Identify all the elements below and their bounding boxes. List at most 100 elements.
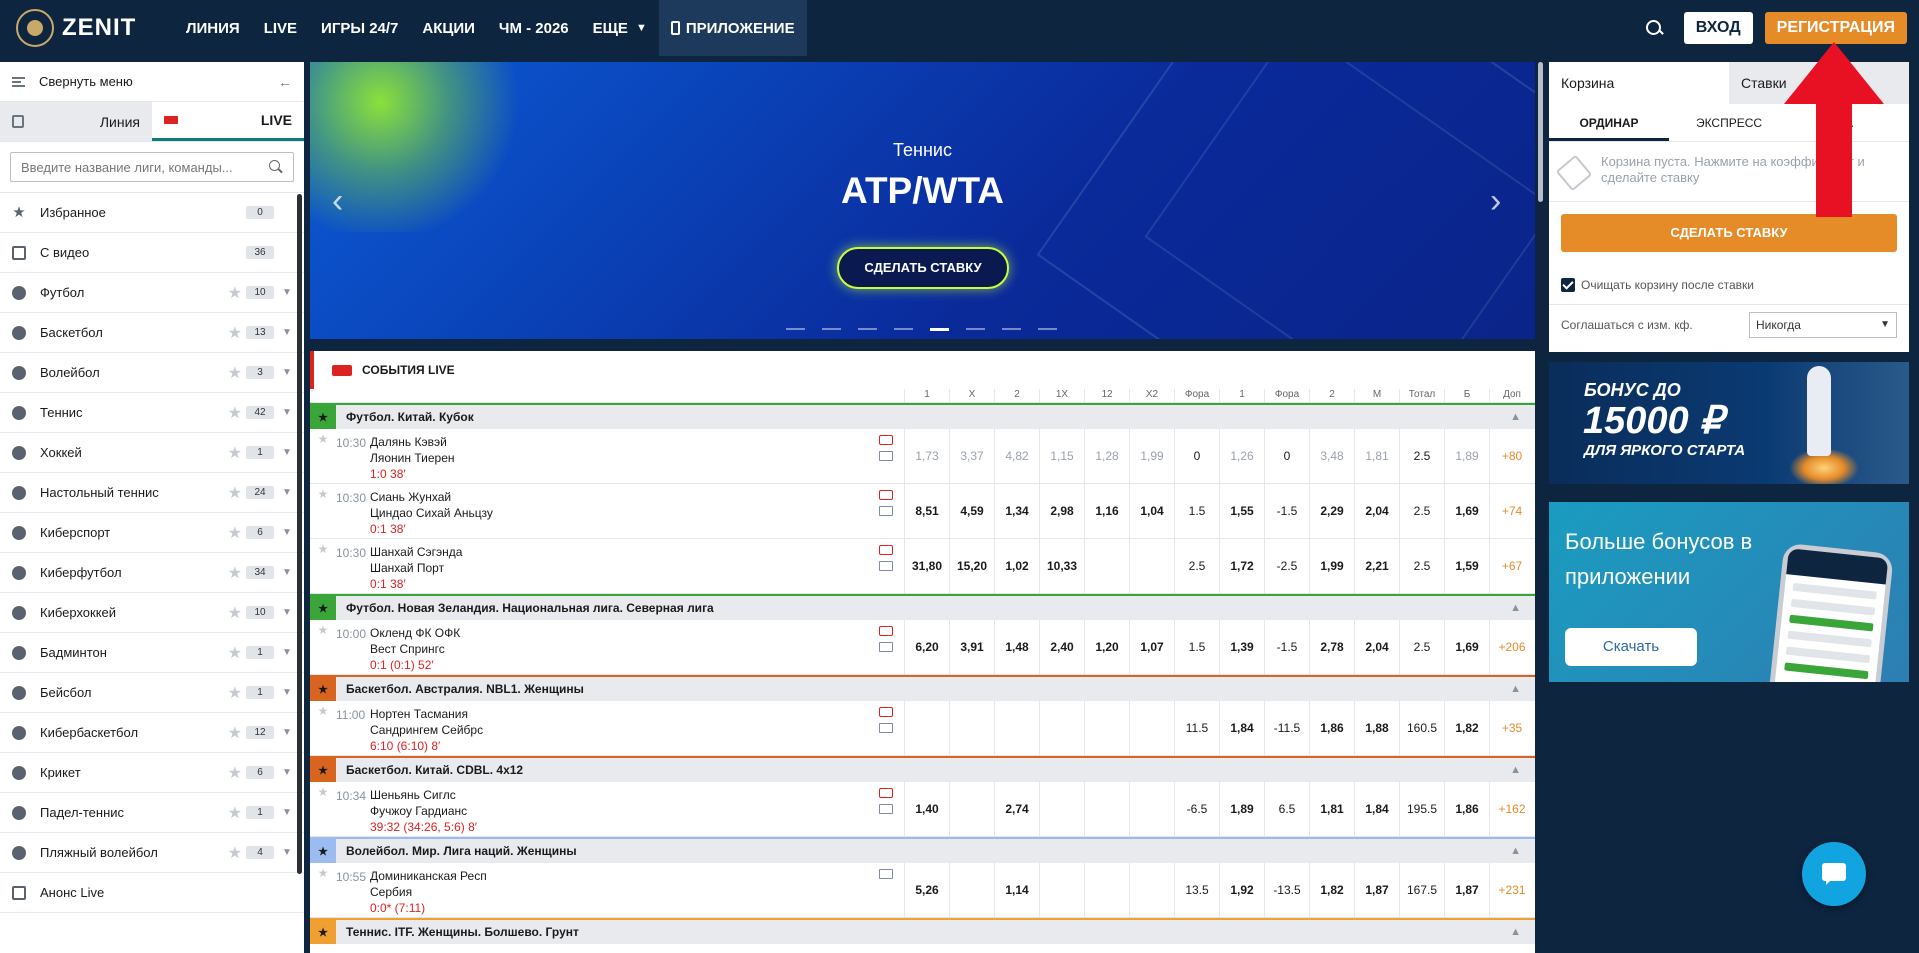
odds-cell[interactable]: 1,55 — [1219, 484, 1264, 538]
slider-dot[interactable] — [1038, 328, 1057, 330]
odds-cell[interactable]: +74 — [1489, 484, 1534, 538]
video-icon[interactable] — [879, 435, 893, 445]
zenit-logo[interactable]: ZENIT — [16, 9, 146, 47]
tab-live[interactable]: LIVE — [152, 102, 304, 141]
favorite-star-icon[interactable]: ★ — [228, 283, 242, 303]
match-tracker-icon[interactable] — [879, 642, 893, 652]
odds-cell[interactable]: 2.5 — [1399, 429, 1444, 483]
favorite-star-icon[interactable]: ★ — [228, 643, 242, 663]
favorite-star-icon[interactable]: ★ — [310, 782, 336, 836]
match-row[interactable]: ★ 10:30 Сиань Жунхай Циндао Сихай Аньцзу 0:1… — [310, 484, 1535, 539]
match-teams[interactable]: Нортен Тасмания Сандрингем Сейбрс 6:10 (6:… — [370, 701, 868, 755]
odds-cell[interactable]: +162 — [1489, 782, 1534, 836]
favorite-star-icon[interactable]: ★ — [310, 863, 336, 917]
odds-cell[interactable]: 1,07 — [1129, 620, 1174, 674]
odds-cell[interactable]: 10,33 — [1039, 539, 1084, 593]
odds-cell[interactable]: 8,51 — [904, 484, 949, 538]
odds-cell[interactable]: 1,99 — [1309, 539, 1354, 593]
match-teams[interactable]: Окленд ФК ОФК Вест Спрингс 0:1 (0:1) 52′ — [370, 620, 868, 674]
nav-more[interactable]: ЕЩЕ ▼ — [581, 0, 659, 56]
video-icon[interactable] — [879, 490, 893, 500]
chevron-up-icon[interactable]: ▲ — [1510, 683, 1521, 695]
video-icon[interactable] — [879, 545, 893, 555]
odds-cell[interactable]: 1.5 — [1174, 620, 1219, 674]
odds-cell[interactable]: 1,92 — [1219, 863, 1264, 917]
odds-cell[interactable]: +231 — [1489, 863, 1534, 917]
odds-cell[interactable]: 1,82 — [1309, 863, 1354, 917]
league-header[interactable]: ★ Баскетбол. Австралия. NBL1. Женщины ▲ — [310, 675, 1535, 701]
banner-bet-button[interactable]: СДЕЛАТЬ СТАВКУ — [837, 247, 1009, 289]
sidebar-item-favorites[interactable]: ★ Избранное 0 — [0, 193, 304, 233]
odds-cell[interactable]: 1,81 — [1309, 782, 1354, 836]
league-header[interactable]: ★ Футбол. Новая Зеландия. Национальная ли… — [310, 594, 1535, 620]
match-row[interactable]: ★ 10:34 Шеньянь Сиглс Фучжоу Гардианс 39:32 … — [310, 782, 1535, 837]
odds-cell[interactable]: 31,80 — [904, 539, 949, 593]
sidebar-item-announce-live[interactable]: Анонс Live — [0, 873, 304, 913]
slider-dot[interactable] — [786, 328, 805, 330]
match-tracker-icon[interactable] — [879, 869, 893, 879]
chevron-down-icon[interactable]: ▼ — [282, 327, 292, 338]
odds-cell[interactable]: -13.5 — [1264, 863, 1309, 917]
chevron-down-icon[interactable]: ▼ — [282, 287, 292, 298]
odds-cell[interactable]: 1,69 — [1444, 484, 1489, 538]
odds-cell[interactable]: 1,48 — [994, 620, 1039, 674]
league-header[interactable]: ★ Теннис. ITF. Женщины. Болшево. Грунт ▲ — [310, 918, 1535, 944]
odds-cell[interactable]: 2.5 — [1399, 620, 1444, 674]
odds-cell[interactable]: 1,20 — [1084, 620, 1129, 674]
match-row[interactable]: ★ 10:55 Доминиканская Респ Сербия 0:0* (7:11… — [310, 863, 1535, 918]
chevron-down-icon[interactable]: ▼ — [282, 727, 292, 738]
odds-cell[interactable]: +35 — [1489, 701, 1534, 755]
odds-cell[interactable]: 1,89 — [1219, 782, 1264, 836]
match-teams[interactable]: Шеньянь Сиглс Фучжоу Гардианс 39:32 (34:26… — [370, 782, 868, 836]
odds-cell[interactable]: 1,69 — [1444, 620, 1489, 674]
odds-cell[interactable]: 160.5 — [1399, 701, 1444, 755]
nav-live[interactable]: LIVE — [252, 0, 309, 56]
odds-cell[interactable]: 5,26 — [904, 863, 949, 917]
favorite-star-icon[interactable]: ★ — [310, 839, 336, 863]
sidebar-item-baseball[interactable]: Бейсбол ★ 1 ▼ — [0, 673, 304, 713]
league-header[interactable]: ★ Волейбол. Мир. Лига наций. Женщины ▲ — [310, 837, 1535, 863]
sidebar-item-tennis[interactable]: Теннис ★ 42 ▼ — [0, 393, 304, 433]
sidebar-scrollbar[interactable] — [297, 194, 302, 874]
place-bet-button[interactable]: СДЕЛАТЬ СТАВКУ — [1561, 214, 1897, 252]
favorite-star-icon[interactable]: ★ — [228, 323, 242, 343]
odds-cell[interactable]: 2.5 — [1399, 484, 1444, 538]
odds-cell[interactable]: 1,39 — [1219, 620, 1264, 674]
match-teams[interactable]: Сиань Жунхай Циндао Сихай Аньцзу 0:1 38′ — [370, 484, 868, 538]
login-button[interactable]: ВХОД — [1683, 12, 1753, 44]
league-header[interactable]: ★ Футбол. Китай. Кубок ▲ — [310, 403, 1535, 429]
favorite-star-icon[interactable]: ★ — [310, 484, 336, 538]
favorite-star-icon[interactable]: ★ — [228, 723, 242, 743]
sidebar-item-volleyball[interactable]: Волейбол ★ 3 ▼ — [0, 353, 304, 393]
favorite-star-icon[interactable]: ★ — [228, 683, 242, 703]
odds-cell[interactable]: 1,89 — [1444, 429, 1489, 483]
odds-cell[interactable]: +67 — [1489, 539, 1534, 593]
odds-cell[interactable]: 1,86 — [1309, 701, 1354, 755]
sidebar-item-football[interactable]: Футбол ★ 10 ▼ — [0, 273, 304, 313]
favorite-star-icon[interactable]: ★ — [310, 539, 336, 593]
odds-cell[interactable]: -1.5 — [1264, 620, 1309, 674]
search-icon[interactable] — [1644, 18, 1664, 38]
odds-cell[interactable]: 6.5 — [1264, 782, 1309, 836]
chevron-down-icon[interactable]: ▼ — [282, 607, 292, 618]
match-teams[interactable]: Доминиканская Респ Сербия 0:0* (7:11) — [370, 863, 868, 917]
sidebar-item-padel[interactable]: Падел-теннис ★ 1 ▼ — [0, 793, 304, 833]
odds-cell[interactable]: 2.5 — [1174, 539, 1219, 593]
chevron-down-icon[interactable]: ▼ — [282, 447, 292, 458]
search-icon[interactable] — [269, 160, 283, 174]
odds-cell[interactable]: 1,84 — [1354, 782, 1399, 836]
odds-cell[interactable]: 2,98 — [1039, 484, 1084, 538]
odds-cell[interactable]: 4,82 — [994, 429, 1039, 483]
odds-cell[interactable]: 1,26 — [1219, 429, 1264, 483]
chevron-down-icon[interactable]: ▼ — [282, 847, 292, 858]
sidebar-item-cyber-hockey[interactable]: Киберхоккей ★ 10 ▼ — [0, 593, 304, 633]
favorite-star-icon[interactable]: ★ — [310, 677, 336, 701]
match-tracker-icon[interactable] — [879, 451, 893, 461]
odds-cell[interactable]: 0 — [1174, 429, 1219, 483]
favorite-star-icon[interactable]: ★ — [310, 758, 336, 782]
odds-cell[interactable]: 0 — [1264, 429, 1309, 483]
chevron-down-icon[interactable]: ▼ — [282, 527, 292, 538]
download-button[interactable]: Скачать — [1565, 628, 1697, 666]
odds-cell[interactable]: -6.5 — [1174, 782, 1219, 836]
slider-dot[interactable] — [930, 328, 949, 331]
